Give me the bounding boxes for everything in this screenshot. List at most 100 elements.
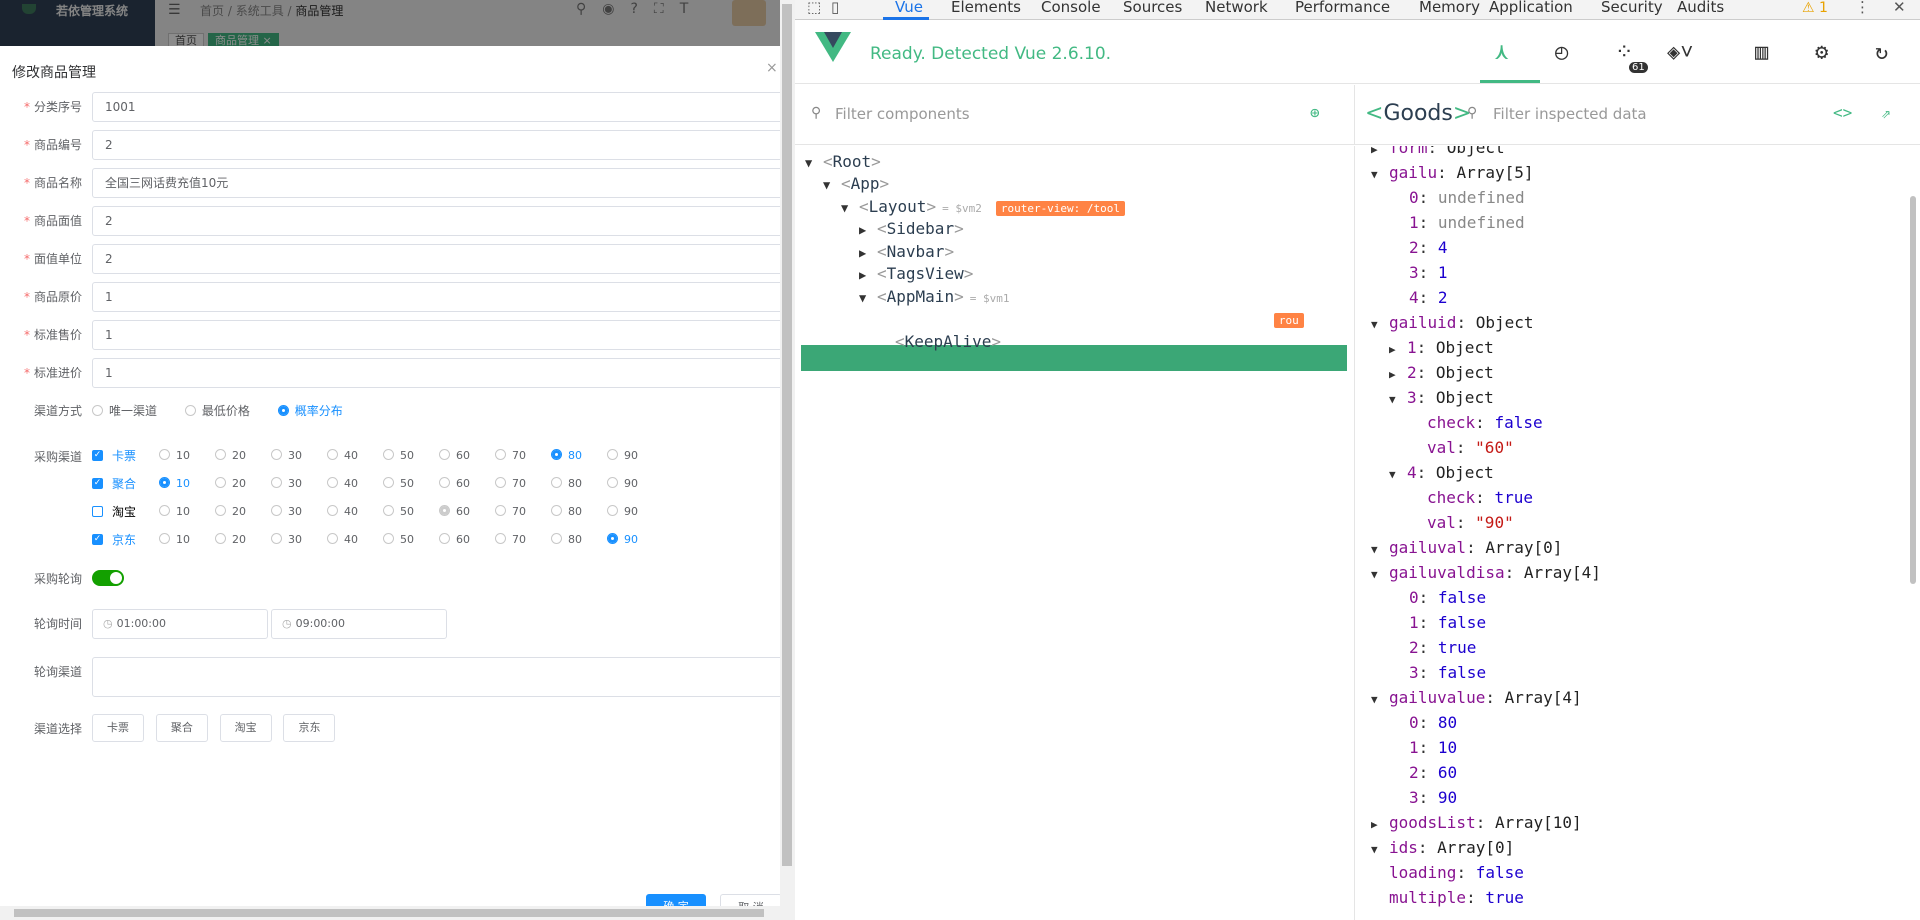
tree-node[interactable]: <KeepAlive> xyxy=(877,332,1001,352)
tab-network[interactable]: Network xyxy=(1205,0,1268,15)
tab-audits[interactable]: Audits xyxy=(1677,0,1724,15)
refresh-icon[interactable]: ↻ xyxy=(1875,40,1888,65)
data-line[interactable]: ▶ form: Object xyxy=(1371,146,1505,160)
code-icon[interactable]: <> xyxy=(1833,103,1852,122)
level-radio[interactable]: 10 xyxy=(159,445,215,467)
filter-components-input[interactable]: Filter components xyxy=(835,105,970,123)
level-radio[interactable]: 50 xyxy=(383,445,439,467)
radio-unique[interactable]: 唯一渠道 xyxy=(92,396,157,426)
end-time-input[interactable]: ◷ 09:00:00 xyxy=(271,609,447,639)
radio-probability[interactable]: 概率分布 xyxy=(277,396,343,426)
data-scrollbar[interactable] xyxy=(1910,196,1916,584)
data-line[interactable]: ▼ 3: Object xyxy=(1389,388,1494,410)
tree-node[interactable]: ▶ <Navbar> xyxy=(859,242,954,263)
settings-icon[interactable]: ⚙ xyxy=(1815,40,1828,65)
tab-elements[interactable]: Elements xyxy=(951,0,1021,15)
vuex-history-icon[interactable]: ◴ xyxy=(1555,40,1568,65)
tree-arrow-icon[interactable]: ▶ xyxy=(877,310,895,330)
tab-application[interactable]: Application xyxy=(1489,0,1573,15)
face-unit-input[interactable]: 2 xyxy=(92,244,792,274)
level-radio[interactable]: 60 xyxy=(439,473,495,495)
inspect-element-icon[interactable]: ⬚ xyxy=(807,0,821,15)
level-radio[interactable]: 40 xyxy=(327,529,383,551)
level-radio[interactable]: 90 xyxy=(607,529,663,551)
level-radio[interactable]: 20 xyxy=(215,529,271,551)
channel-button-taobao[interactable]: 淘宝 xyxy=(219,714,272,742)
level-radio[interactable]: 20 xyxy=(215,445,271,467)
poll-channel-input[interactable] xyxy=(92,657,792,697)
level-radio[interactable]: 90 xyxy=(607,473,663,495)
level-radio[interactable]: 60 xyxy=(439,445,495,467)
tab-memory[interactable]: Memory xyxy=(1419,0,1480,15)
horizontal-scrollbar[interactable] xyxy=(0,906,782,920)
polling-switch[interactable] xyxy=(92,570,124,586)
tree-arrow-icon[interactable]: ▶ xyxy=(859,220,877,240)
level-radio[interactable]: 30 xyxy=(271,473,327,495)
tree-node[interactable]: ▼ <Layout> = $vm2 router-view: /tool xyxy=(841,197,1126,219)
level-radio[interactable]: 40 xyxy=(327,473,383,495)
tree-arrow-icon[interactable]: ▼ xyxy=(859,288,877,308)
vertical-scrollbar[interactable] xyxy=(780,0,795,920)
level-radio[interactable]: 50 xyxy=(383,473,439,495)
data-line[interactable]: ▼ gailuvaldisa: Array[4] xyxy=(1371,563,1601,585)
expand-arrow-icon[interactable]: ▼ xyxy=(1371,565,1389,585)
level-radio[interactable]: 90 xyxy=(607,445,663,467)
expand-arrow-icon[interactable]: ▶ xyxy=(1389,340,1407,360)
level-radio[interactable]: 20 xyxy=(215,473,271,495)
close-devtools-icon[interactable]: ✕ xyxy=(1893,0,1906,15)
tab-vue[interactable]: Vue xyxy=(895,0,923,15)
tab-console[interactable]: Console xyxy=(1041,0,1101,15)
expand-arrow-icon[interactable]: ▼ xyxy=(1371,690,1389,710)
channel-checkbox[interactable]: ✓ xyxy=(92,534,103,545)
start-time-input[interactable]: ◷ 01:00:00 xyxy=(92,609,268,639)
tree-arrow-icon[interactable]: ▼ xyxy=(823,175,841,195)
face-value-input[interactable]: 2 xyxy=(92,206,792,236)
performance-icon[interactable]: ▥ xyxy=(1755,40,1768,65)
tree-node[interactable]: ▶ <TagsView> xyxy=(859,264,973,285)
events-icon[interactable]: ⁘ xyxy=(1615,40,1633,65)
data-line[interactable]: ▶ goodsList: Array[10] xyxy=(1371,813,1582,835)
close-icon[interactable]: × xyxy=(766,60,778,76)
level-radio[interactable]: 80 xyxy=(551,445,607,467)
tab-sources[interactable]: Sources xyxy=(1123,0,1182,15)
data-line[interactable]: ▶ 1: Object xyxy=(1389,338,1494,360)
tree-node[interactable]: ▶ <Sidebar> xyxy=(859,219,964,240)
level-radio[interactable]: 30 xyxy=(271,529,327,551)
filter-inspected-input[interactable]: Filter inspected data xyxy=(1493,105,1647,123)
level-radio[interactable]: 70 xyxy=(495,473,551,495)
standard-price-input[interactable]: 1 xyxy=(92,320,792,350)
expand-arrow-icon[interactable]: ▶ xyxy=(1371,815,1389,835)
level-radio[interactable]: 80 xyxy=(551,473,607,495)
expand-arrow-icon[interactable]: ▼ xyxy=(1371,540,1389,560)
channel-checkbox[interactable] xyxy=(92,506,103,517)
expand-arrow-icon[interactable]: ▶ xyxy=(1371,146,1389,160)
channel-checkbox[interactable]: ✓ xyxy=(92,478,103,489)
level-radio[interactable]: 10 xyxy=(159,473,215,495)
radio-lowest[interactable]: 最低价格 xyxy=(184,396,250,426)
warning-count[interactable]: ⚠ 1 xyxy=(1802,0,1828,16)
data-line[interactable]: ▼ ids: Array[0] xyxy=(1371,838,1514,860)
data-line[interactable]: ▼ gailuvalue: Array[4] xyxy=(1371,688,1582,710)
tree-node[interactable]: ▼ <App> xyxy=(823,174,889,195)
data-line[interactable]: ▼ gailuval: Array[0] xyxy=(1371,538,1562,560)
original-price-input[interactable]: 1 xyxy=(92,282,792,312)
level-radio[interactable]: 60 xyxy=(439,529,495,551)
tree-node[interactable]: ▼ <Root> xyxy=(805,152,881,173)
tree-arrow-icon[interactable]: ▶ xyxy=(859,265,877,285)
category-id-input[interactable]: 1001 xyxy=(92,92,792,122)
level-radio[interactable]: 30 xyxy=(271,445,327,467)
channel-button-kapiao[interactable]: 卡票 xyxy=(92,714,144,742)
level-radio[interactable]: 80 xyxy=(551,529,607,551)
more-menu-icon[interactable]: ⋮ xyxy=(1855,0,1870,15)
level-radio[interactable]: 50 xyxy=(383,529,439,551)
data-line[interactable]: ▶ 2: Object xyxy=(1389,363,1494,385)
level-radio[interactable]: 40 xyxy=(327,445,383,467)
goods-no-input[interactable]: 2 xyxy=(92,130,792,160)
channel-checkbox[interactable]: ✓ xyxy=(92,450,103,461)
select-component-icon[interactable]: ⊕ xyxy=(1310,103,1320,122)
open-external-icon[interactable]: ⇗ xyxy=(1881,103,1891,122)
expand-arrow-icon[interactable]: ▼ xyxy=(1389,465,1407,485)
tab-performance[interactable]: Performance xyxy=(1295,0,1390,15)
level-radio[interactable]: 10 xyxy=(159,529,215,551)
data-line[interactable]: ▼ 4: Object xyxy=(1389,463,1494,485)
